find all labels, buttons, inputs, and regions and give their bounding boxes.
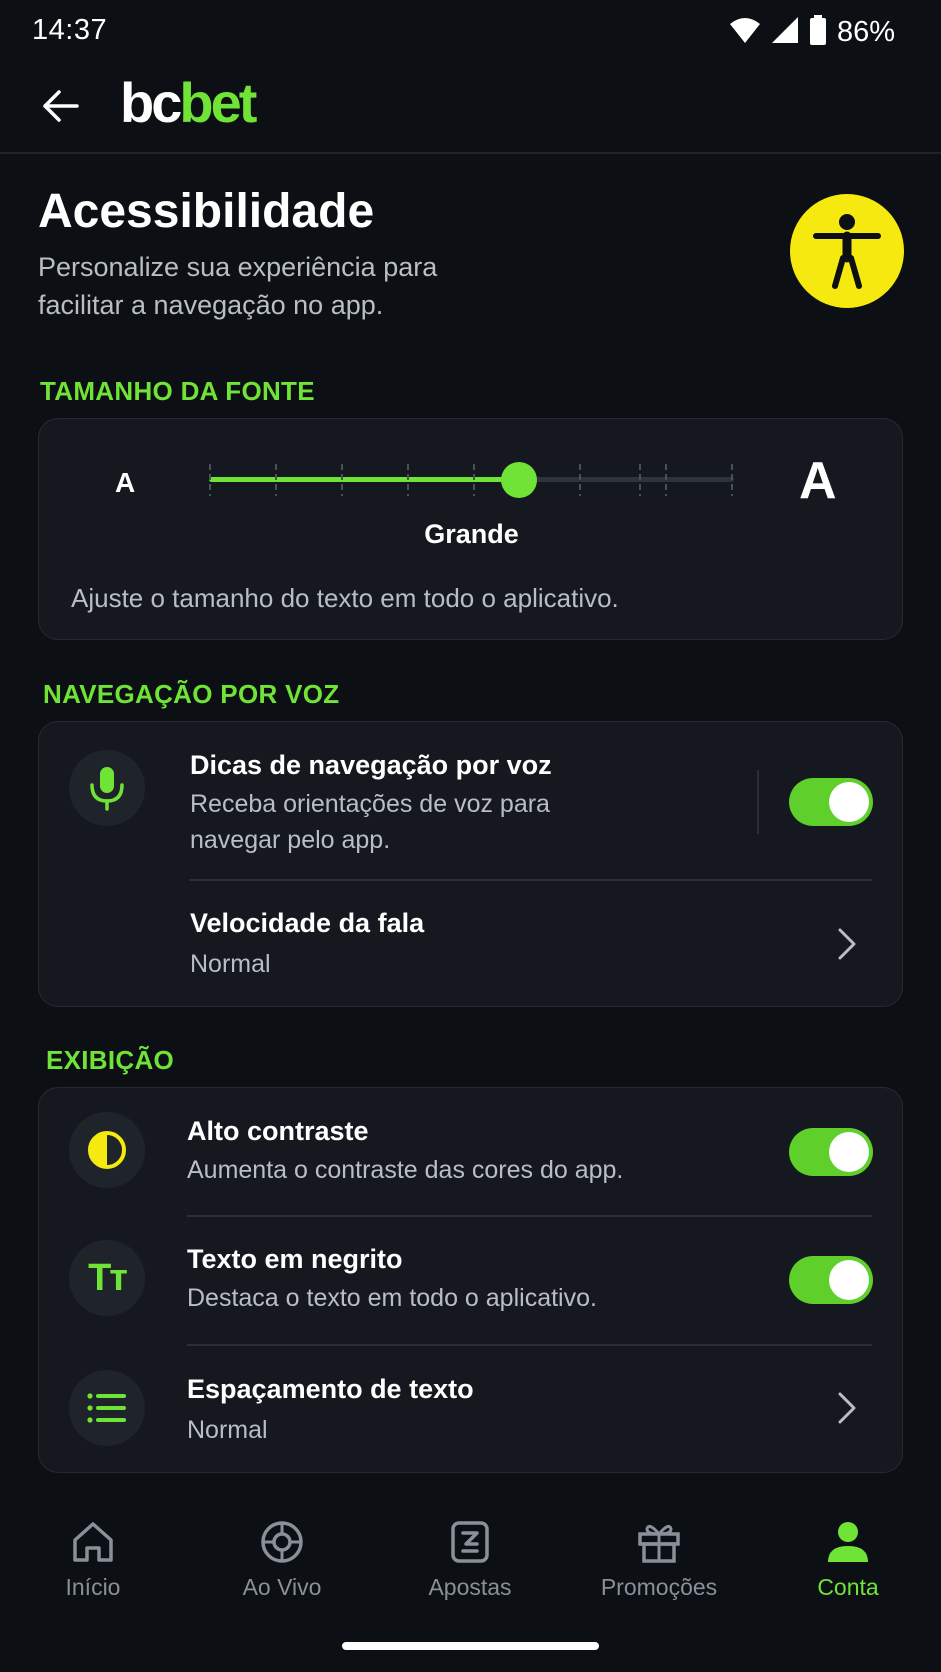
- row-divider: [187, 1215, 872, 1217]
- bold-text-description: Destaca o texto em todo o aplicativo.: [187, 1284, 597, 1312]
- vertical-separator: [757, 770, 759, 834]
- status-icons: 86%: [729, 14, 895, 50]
- voice-hints-description: Receba orientações de voz para navegar p…: [190, 790, 550, 854]
- text-size-icon: Tт: [88, 1256, 128, 1299]
- battery-percent: 86%: [836, 15, 895, 48]
- speech-speed-title: Velocidade da fala: [190, 908, 425, 938]
- microphone-icon: [90, 767, 124, 811]
- home-indicator: [342, 1642, 599, 1650]
- slider-tick: [639, 464, 641, 496]
- nav-item-conta[interactable]: Conta: [763, 1516, 933, 1616]
- slider-tick: [665, 464, 667, 496]
- app-header: bcbet: [0, 64, 941, 154]
- text-spacing-value: Normal: [187, 1416, 268, 1444]
- status-bar: 14:37 86%: [0, 0, 941, 64]
- accessibility-badge: [790, 194, 904, 308]
- live-icon: [256, 1516, 308, 1568]
- brand-logo: bcbet: [120, 70, 257, 135]
- toggle-knob: [829, 1260, 869, 1300]
- brand-logo-part2: bet: [179, 71, 257, 134]
- slider-tick: [275, 464, 277, 496]
- page-subtitle: Personalize sua experiência para facilit…: [38, 252, 438, 320]
- slider-tick: [731, 464, 733, 496]
- high-contrast-toggle[interactable]: [789, 1128, 873, 1176]
- bold-text-icon-wrap: Tт: [69, 1240, 145, 1316]
- account-icon: [822, 1516, 874, 1568]
- nav-item-ao-vivo[interactable]: Ao Vivo: [197, 1516, 367, 1616]
- gift-icon: [633, 1516, 685, 1568]
- bets-icon: [444, 1516, 496, 1568]
- toggle-knob: [829, 782, 869, 822]
- bold-text-title: Texto em negrito: [187, 1244, 403, 1274]
- battery-icon: [809, 14, 827, 50]
- nav-label: Apostas: [428, 1574, 512, 1600]
- screen: 14:37 86% bcbet Acessibilidade Personali…: [0, 0, 941, 1672]
- nav-item-apostas[interactable]: Apostas: [385, 1516, 555, 1616]
- back-button[interactable]: [36, 82, 84, 130]
- voice-card: Dicas de navegação por voz Receba orient…: [38, 721, 903, 1007]
- text-spacing-title: Espaçamento de texto: [187, 1374, 474, 1404]
- section-label-voice: NAVEGAÇÃO POR VOZ: [43, 679, 340, 709]
- font-large-glyph: A: [799, 452, 837, 510]
- font-size-description: Ajuste o tamanho do texto em todo o apli…: [71, 583, 619, 613]
- slider-tick: [579, 464, 581, 496]
- microphone-icon-wrap: [69, 750, 145, 826]
- status-time: 14:37: [32, 14, 108, 46]
- accessibility-person-icon: [813, 214, 881, 289]
- signal-icon: [771, 16, 799, 49]
- display-card: Alto contraste Aumenta o contraste das c…: [38, 1087, 903, 1473]
- text-spacing-icon-wrap: [69, 1370, 145, 1446]
- font-size-value: Grande: [424, 519, 519, 549]
- slider-tick: [209, 464, 211, 496]
- voice-hints-toggle[interactable]: [789, 778, 873, 826]
- slider-tick: [341, 464, 343, 496]
- voice-hints-title: Dicas de navegação por voz: [190, 750, 552, 780]
- nav-label: Conta: [817, 1574, 879, 1600]
- nav-item-promocoes[interactable]: Promoções: [574, 1516, 744, 1616]
- slider-tick: [473, 464, 475, 496]
- section-label-font-size: TAMANHO DA FONTE: [40, 376, 315, 406]
- contrast-icon-wrap: [69, 1112, 145, 1188]
- speech-speed-value: Normal: [190, 950, 271, 978]
- page-title: Acessibilidade: [38, 185, 375, 238]
- nav-label: Promoções: [600, 1574, 718, 1600]
- high-contrast-description: Aumenta o contraste das cores do app.: [187, 1156, 624, 1184]
- toggle-knob: [829, 1132, 869, 1172]
- contrast-icon: [88, 1131, 126, 1169]
- row-divider: [187, 1344, 872, 1346]
- font-small-glyph: A: [115, 467, 136, 498]
- row-divider: [189, 879, 872, 881]
- font-size-slider[interactable]: [209, 462, 734, 498]
- home-icon: [67, 1516, 119, 1568]
- chevron-right-icon: [829, 926, 865, 962]
- font-size-card: A A Grande Ajuste o tamanho do texto em …: [38, 418, 903, 640]
- nav-label: Início: [65, 1574, 121, 1600]
- wifi-icon: [729, 16, 761, 49]
- chevron-right-icon: [829, 1390, 865, 1426]
- list-spacing-icon: [87, 1393, 126, 1423]
- nav-label: Ao Vivo: [242, 1574, 322, 1600]
- font-size-slider-thumb[interactable]: [500, 462, 537, 498]
- section-label-display: EXIBIÇÃO: [46, 1045, 175, 1075]
- arrow-left-icon: [43, 90, 79, 122]
- high-contrast-title: Alto contraste: [187, 1116, 369, 1146]
- nav-item-inicio[interactable]: Início: [8, 1516, 178, 1616]
- bold-text-toggle[interactable]: [789, 1256, 873, 1304]
- brand-logo-part1: bc: [120, 71, 182, 134]
- bottom-nav: Início Ao Vivo Apostas Promoções Conta: [0, 1500, 941, 1672]
- slider-tick: [407, 464, 409, 496]
